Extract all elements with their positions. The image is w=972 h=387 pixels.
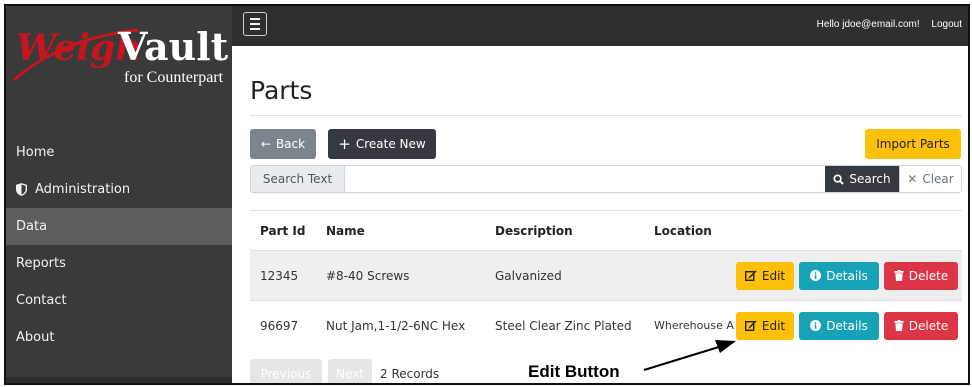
sidebar-item-label: About — [16, 330, 55, 345]
info-icon — [810, 320, 822, 331]
search-button[interactable]: Search — [825, 166, 899, 192]
search-icon — [833, 173, 845, 185]
details-button[interactable]: Details — [799, 311, 879, 340]
user-area: Hello jdoe@email.com! Logout — [817, 19, 962, 30]
column-header-name: Name — [326, 223, 365, 238]
info-icon — [810, 270, 822, 281]
delete-button-label: Delete — [908, 318, 949, 333]
record-count: 2 Records — [380, 367, 440, 381]
sidebar-item-label: Reports — [16, 256, 66, 271]
sidebar-footer — [6, 377, 232, 383]
sidebar-item-label: Home — [16, 145, 55, 160]
edit-button[interactable]: Edit — [736, 311, 794, 340]
import-parts-label: Import Parts — [876, 137, 950, 151]
logout-link[interactable]: Logout — [931, 19, 962, 30]
next-label: Next — [336, 367, 364, 381]
page-title: Parts — [250, 76, 313, 105]
clear-button-label: Clear — [922, 172, 954, 186]
pagination: Previous Next 2 Records — [250, 359, 440, 383]
hamburger-icon-line — [250, 23, 260, 25]
cell-name: Nut Jam,1-1/2-6NC Hex — [326, 318, 466, 333]
sidebar-item-contact[interactable]: Contact — [6, 282, 232, 319]
trash-icon — [894, 320, 904, 331]
search-bar: Search Text Search ✕ Clear — [250, 165, 962, 193]
column-header-description: Description — [495, 223, 573, 238]
row-actions: Edit Details Delete — [732, 311, 962, 340]
previous-label: Previous — [260, 367, 312, 381]
details-button-label: Details — [826, 318, 868, 333]
annotation-label: Edit Button — [528, 362, 620, 381]
row-actions: Edit Details Delete — [732, 261, 962, 290]
delete-button[interactable]: Delete — [884, 311, 958, 340]
delete-button-label: Delete — [908, 268, 949, 283]
close-icon: ✕ — [907, 172, 918, 186]
sidebar-nav: Home Administration Data Reports Contact… — [6, 134, 232, 356]
previous-page-button[interactable]: Previous — [250, 359, 322, 383]
arrow-left-icon: ← — [260, 137, 271, 151]
sidebar-item-about[interactable]: About — [6, 319, 232, 356]
hamburger-icon-line — [250, 28, 260, 30]
user-greeting: Hello jdoe@email.com! — [816, 19, 920, 30]
cell-part-id: 96697 — [260, 318, 299, 333]
app-window: Weigh Vault for Counterpart Home Adminis… — [4, 4, 970, 385]
details-button-label: Details — [826, 268, 868, 283]
back-button-label: Back — [275, 137, 306, 151]
table-header: Part Id Name Description Location — [250, 210, 962, 250]
search-button-label: Search — [849, 172, 891, 186]
delete-button[interactable]: Delete — [884, 261, 958, 290]
create-new-button[interactable]: + Create New — [328, 129, 436, 159]
column-header-part-id: Part Id — [260, 223, 306, 238]
column-header-location: Location — [654, 223, 712, 238]
sidebar-item-label: Data — [16, 219, 48, 234]
edit-button[interactable]: Edit — [736, 261, 794, 290]
edit-button-label: Edit — [761, 318, 786, 333]
create-new-label: Create New — [355, 137, 426, 151]
clear-button[interactable]: ✕ Clear — [899, 166, 961, 192]
parts-table: Part Id Name Description Location 12345 … — [250, 210, 962, 350]
cell-part-id: 12345 — [260, 268, 299, 283]
hamburger-icon-line — [250, 18, 260, 20]
sidebar-item-home[interactable]: Home — [6, 134, 232, 171]
sidebar-item-reports[interactable]: Reports — [6, 245, 232, 282]
table-row: 96697 Nut Jam,1-1/2-6NC Hex Steel Clear … — [250, 300, 962, 350]
edit-icon — [744, 270, 757, 281]
import-parts-button[interactable]: Import Parts — [865, 129, 961, 159]
topbar: Hello jdoe@email.com! Logout — [232, 6, 968, 46]
sidebar-item-administration[interactable]: Administration — [6, 171, 232, 208]
shield-icon — [16, 183, 27, 196]
next-page-button[interactable]: Next — [328, 359, 372, 383]
trash-icon — [894, 270, 904, 281]
back-button[interactable]: ← Back — [250, 129, 316, 159]
search-label: Search Text — [251, 166, 345, 192]
plus-icon: + — [338, 135, 351, 153]
sidebar-item-data[interactable]: Data — [6, 208, 232, 245]
edit-icon — [744, 320, 757, 331]
sidebar-item-label: Administration — [35, 182, 131, 197]
edit-button-label: Edit — [761, 268, 786, 283]
cell-description: Steel Clear Zinc Plated — [495, 318, 632, 333]
cell-name: #8-40 Screws — [326, 268, 410, 283]
sidebar-item-label: Contact — [16, 293, 67, 308]
weighvault-logo[interactable]: Weigh Vault for Counterpart — [6, 6, 232, 102]
table-row: 12345 #8-40 Screws Galvanized Edit Detai… — [250, 250, 962, 300]
menu-toggle-button[interactable] — [243, 12, 267, 36]
logo-tagline: for Counterpart — [124, 69, 224, 86]
sidebar: Weigh Vault for Counterpart Home Adminis… — [6, 6, 232, 383]
search-input[interactable] — [345, 166, 825, 192]
cell-location: Wherehouse A — [654, 319, 734, 332]
main-content: Parts ← Back + Create New Import Parts S… — [232, 46, 968, 383]
divider — [250, 115, 962, 116]
logo-vault-text: Vault — [117, 24, 229, 69]
cell-description: Galvanized — [495, 268, 562, 283]
details-button[interactable]: Details — [799, 261, 879, 290]
